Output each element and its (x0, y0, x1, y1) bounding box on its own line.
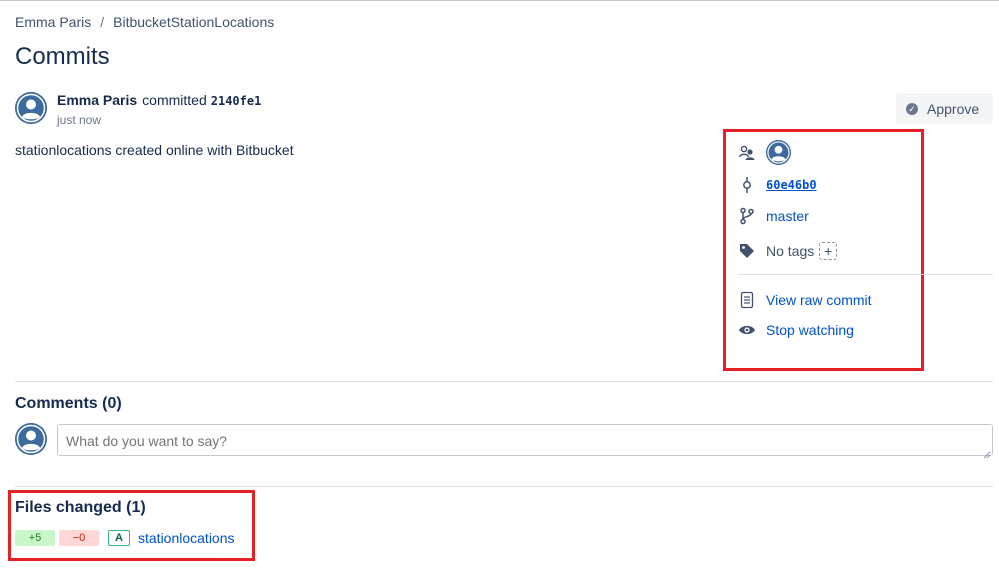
participant-avatar[interactable] (766, 140, 791, 165)
current-user-avatar (15, 423, 47, 455)
participants-row (738, 140, 791, 165)
breadcrumb: Emma Paris / BitbucketStationLocations (15, 14, 274, 30)
sidebar-divider (738, 274, 993, 275)
branch-icon (738, 207, 756, 225)
file-status-badge: A (108, 530, 130, 546)
no-tags-label: No tags (766, 243, 815, 259)
branch-row: master (738, 207, 809, 225)
add-tag-button[interactable]: + (819, 242, 838, 260)
comments-divider (15, 381, 993, 382)
comment-input[interactable] (57, 424, 993, 456)
resize-grip-icon[interactable] (983, 446, 991, 459)
view-raw-commit-link[interactable]: View raw commit (766, 292, 872, 308)
file-row: +5 −0 A stationlocations (15, 530, 235, 546)
parent-commit-row: 60e46b0 (738, 176, 817, 194)
page-title: Commits (15, 43, 110, 70)
author-avatar[interactable] (15, 92, 47, 124)
tags-row: No tags + (738, 242, 838, 260)
eye-icon (738, 321, 756, 339)
lines-added-badge: +5 (15, 530, 55, 546)
file-link[interactable]: stationlocations (138, 530, 235, 546)
view-raw-commit-row: View raw commit (738, 291, 872, 309)
user-avatar-icon (15, 92, 47, 124)
participants-icon (738, 144, 756, 162)
check-circle-icon: ✓ (906, 102, 918, 115)
commit-hash: 2140fe1 (210, 94, 262, 108)
parent-commit-link[interactable]: 60e46b0 (766, 178, 817, 192)
commit-author-name[interactable]: Emma Paris (57, 92, 137, 108)
breadcrumb-repo-link[interactable]: BitbucketStationLocations (113, 14, 274, 30)
lines-removed-badge: −0 (59, 530, 99, 546)
stop-watching-row: Stop watching (738, 321, 854, 339)
branch-link[interactable]: master (766, 208, 809, 224)
user-avatar-icon (15, 423, 47, 455)
user-avatar-icon (766, 140, 791, 165)
comments-title: Comments (0) (15, 395, 122, 412)
breadcrumb-separator: / (100, 14, 105, 30)
commit-verb: committed (142, 92, 207, 108)
commit-message: stationlocations created online with Bit… (15, 142, 294, 158)
document-icon (738, 291, 756, 309)
commit-icon (738, 176, 756, 194)
approve-button-label: Approve (927, 100, 980, 117)
commit-time: just now (57, 113, 102, 127)
approve-button[interactable]: ✓ Approve (896, 93, 993, 124)
commit-author-line: Emma Paris committed 2140fe1 (57, 92, 261, 108)
tag-icon (738, 242, 756, 260)
stop-watching-link[interactable]: Stop watching (766, 322, 854, 338)
breadcrumb-owner-link[interactable]: Emma Paris (15, 14, 91, 30)
files-divider (15, 486, 993, 487)
files-changed-title: Files changed (1) (15, 499, 146, 516)
